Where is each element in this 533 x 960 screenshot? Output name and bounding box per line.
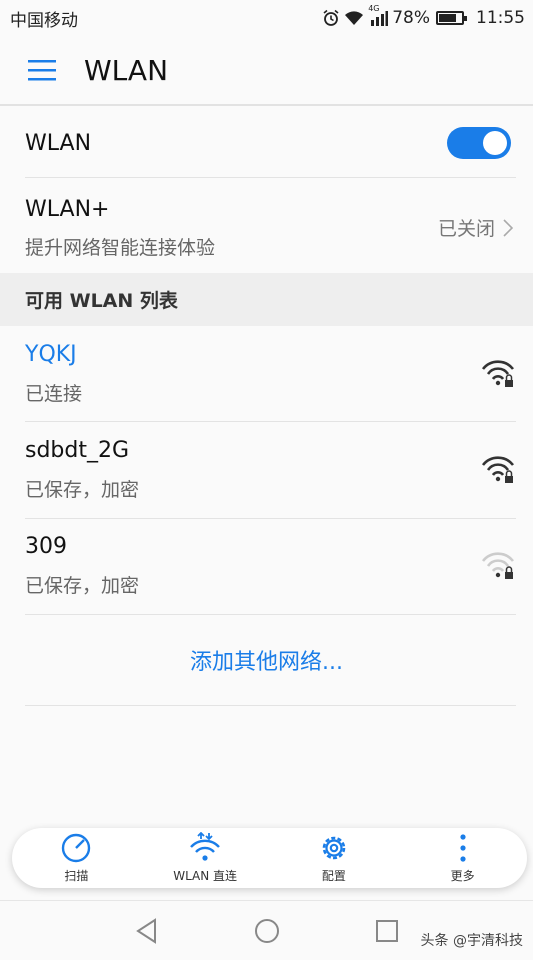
scan-button[interactable]: 扫描 — [12, 828, 141, 888]
bottom-action-bar: 扫描 WLAN 直连 配置 更多 — [12, 828, 527, 888]
status-bar: 中国移动 4G 78% 11:55 — [0, 0, 533, 36]
more-label: 更多 — [450, 869, 475, 883]
menu-icon[interactable] — [0, 35, 84, 105]
wifi-icon — [344, 10, 364, 26]
wifi-direct-icon — [190, 832, 221, 861]
home-icon[interactable] — [207, 901, 327, 960]
divider — [25, 177, 516, 178]
carrier-label: 中国移动 — [10, 10, 78, 31]
wifi-weak-lock-icon — [481, 552, 515, 579]
chevron-right-icon — [503, 218, 513, 237]
network-state: 已保存，加密 — [25, 575, 140, 597]
status-icons: 4G 78% 11:55 — [322, 4, 525, 28]
wifi-lock-icon — [481, 360, 515, 387]
signal-icon: 4G — [368, 4, 389, 26]
back-icon[interactable] — [87, 901, 207, 960]
config-label: 配置 — [321, 869, 346, 883]
wlan-toggle-label: WLAN — [25, 130, 92, 156]
switch-knob — [483, 131, 507, 155]
wifi-lock-icon — [481, 456, 515, 483]
watermark: 头条 @宇清科技 — [420, 933, 523, 949]
divider — [25, 705, 516, 706]
battery-percent: 78% — [392, 8, 430, 28]
battery-icon — [436, 11, 467, 25]
more-vertical-icon — [460, 834, 466, 862]
wlan-plus-row[interactable]: WLAN+ 提升网络智能连接体验 已关闭 — [0, 180, 533, 273]
wifi-direct-button[interactable]: WLAN 直连 — [141, 828, 270, 888]
network-type-label: 4G — [368, 4, 380, 13]
network-name: YQKJ — [25, 342, 77, 367]
network-row-sdbdt[interactable]: sdbdt_2G 已保存，加密 — [0, 422, 533, 518]
scan-icon — [62, 833, 91, 863]
scan-label: 扫描 — [64, 869, 89, 883]
app-bar: WLAN — [0, 36, 533, 106]
wifi-direct-label: WLAN 直连 — [173, 869, 238, 883]
alarm-icon — [322, 9, 340, 27]
add-network-button[interactable]: 添加其他网络... — [0, 615, 533, 705]
wlan-plus-status-text: 已关闭 — [437, 218, 495, 240]
wlan-plus-status: 已关闭 — [438, 214, 513, 241]
wlan-plus-title: WLAN+ — [25, 197, 110, 222]
wlan-switch[interactable] — [447, 127, 511, 159]
wlan-plus-subtitle: 提升网络智能连接体验 — [25, 237, 216, 259]
network-row-yqkj[interactable]: YQKJ 已连接 — [0, 326, 533, 422]
network-state: 已连接 — [25, 383, 83, 405]
available-list-header: 可用 WLAN 列表 — [0, 273, 533, 326]
config-button[interactable]: 配置 — [270, 828, 399, 888]
page-title: WLAN — [84, 53, 169, 87]
network-state: 已保存，加密 — [25, 479, 140, 501]
settings-gear-icon — [322, 836, 346, 860]
network-name: 309 — [25, 534, 67, 559]
more-button[interactable]: 更多 — [398, 828, 527, 888]
clock: 11:55 — [476, 8, 525, 28]
wlan-toggle-row[interactable]: WLAN — [0, 108, 533, 178]
network-row-309[interactable]: 309 已保存，加密 — [0, 518, 533, 614]
network-name: sdbdt_2G — [25, 438, 130, 463]
